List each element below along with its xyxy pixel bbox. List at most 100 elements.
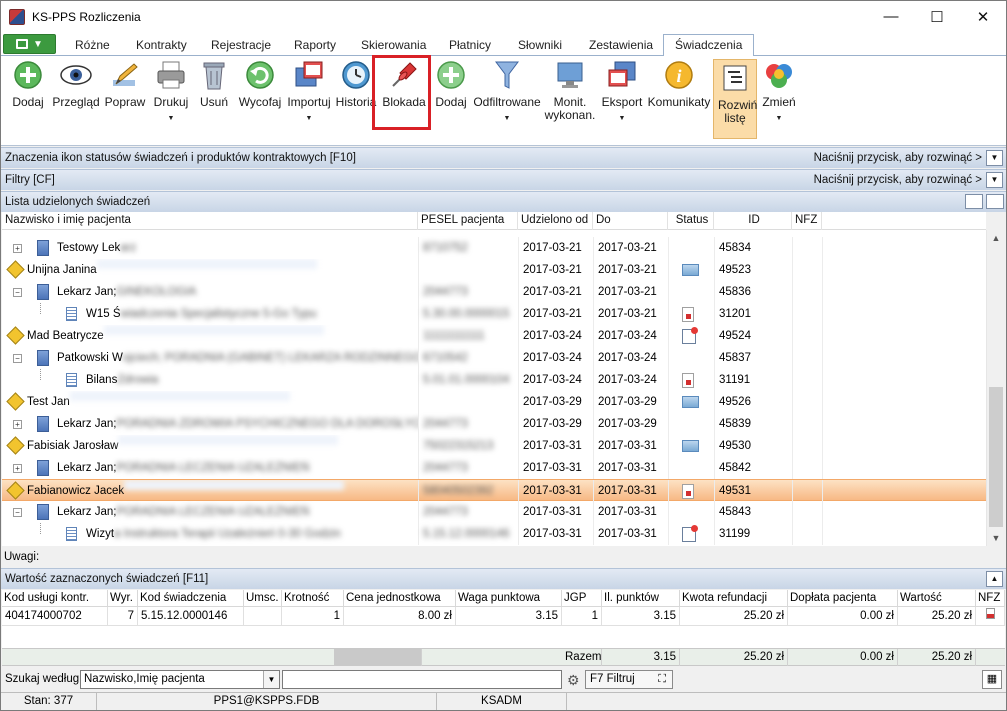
table-row[interactable]: Mad Beatrycze 11111111111 2017-03-24 2017-…: [2, 325, 986, 347]
col-nfz[interactable]: NFZ: [792, 212, 822, 230]
tree-expander[interactable]: −: [13, 508, 22, 517]
values-col-header[interactable]: JGP: [562, 590, 602, 607]
table-row[interactable]: Test Jan 2017-03-29 2017-03-29 49526: [2, 391, 986, 413]
expand-list-button[interactable]: Rozwiń listę: [713, 59, 757, 139]
add-second-button[interactable]: Dodaj: [433, 59, 469, 139]
tab-raporty[interactable]: Raporty: [294, 34, 336, 56]
legend-label: Znaczenia ikon statusów świadczeń i prod…: [5, 152, 356, 164]
tab-kontrakty[interactable]: Kontrakty: [136, 34, 187, 56]
add-button[interactable]: Dodaj: [9, 59, 47, 139]
table-row[interactable]: W15 Świadczenia Specjalistyczne 5-Go Typ…: [2, 303, 986, 325]
view-card-icon[interactable]: [965, 194, 983, 209]
collapse-values-button[interactable]: ▲: [986, 571, 1003, 587]
expand-filters-button[interactable]: ▼: [986, 172, 1003, 188]
preview-button-label: Przegląd: [52, 95, 100, 109]
col-pesel[interactable]: PESEL pacjenta: [418, 212, 518, 230]
table-row[interactable]: − Lekarz Jan;PORADNIA LECZENIA UZALEŻNIEŃ…: [2, 501, 986, 523]
monitor-button[interactable]: Monit. wykonan.: [544, 59, 596, 139]
tree-expander[interactable]: +: [13, 244, 22, 253]
import-button[interactable]: Importuj ▼: [287, 59, 331, 139]
maximize-button[interactable]: ☐: [914, 1, 960, 32]
values-col-header[interactable]: Kod świadczenia: [138, 590, 244, 607]
col-patient-name[interactable]: Nazwisko i imię pacjenta: [2, 212, 418, 230]
undo-button[interactable]: Wycofaj: [238, 59, 282, 139]
table-row[interactable]: − Patkowski Wojciech; PORADNIA (GABINET) …: [2, 347, 986, 369]
values-col-header[interactable]: Wyr.: [108, 590, 138, 607]
values-cell: 404174000702: [2, 607, 108, 626]
tab-rejestracje[interactable]: Rejestracje: [211, 34, 271, 56]
print-button[interactable]: Drukuj ▼: [153, 59, 189, 139]
col-status[interactable]: Status: [668, 212, 714, 230]
gear-icon[interactable]: ⚙: [567, 672, 580, 689]
edit-button[interactable]: Popraw: [105, 59, 145, 139]
messages-button[interactable]: i Komunikaty: [648, 59, 710, 139]
filtered-button[interactable]: Odfiltrowane ▼: [473, 59, 541, 139]
calculator-icon[interactable]: ▦: [982, 670, 1002, 689]
tree-expander[interactable]: +: [13, 464, 22, 473]
tree-expander[interactable]: +: [13, 420, 22, 429]
date-to-cell: 2017-03-31: [598, 485, 657, 497]
column-divider: [822, 435, 823, 457]
status-legend-band[interactable]: Znaczenia ikon statusów świadczeń i prod…: [1, 147, 1006, 168]
date-from-cell: 2017-03-29: [523, 418, 582, 430]
values-col-header[interactable]: Kwota refundacji: [680, 590, 788, 607]
table-row[interactable]: Fabianowicz Jacek 58040502392 2017-03-31 2…: [2, 479, 986, 502]
export-button[interactable]: Eksport ▼: [601, 59, 643, 139]
scroll-down-arrow-icon[interactable]: ▼: [987, 533, 1005, 543]
tab-rozne[interactable]: Różne: [75, 34, 110, 56]
column-divider: [792, 347, 793, 369]
preview-button[interactable]: Przegląd: [52, 59, 100, 139]
values-col-header[interactable]: Wartość: [898, 590, 976, 607]
expand-legend-button[interactable]: ▼: [986, 150, 1003, 166]
tab-swiadczenia[interactable]: Świadczenia: [663, 34, 755, 57]
grid-scrollbar[interactable]: ▲ ▼: [986, 230, 1004, 546]
values-col-header[interactable]: Waga punktowa: [456, 590, 562, 607]
values-col-header[interactable]: Kod usługi kontr.: [2, 590, 108, 607]
close-button[interactable]: ✕: [960, 1, 1006, 32]
svg-text:i: i: [676, 66, 681, 86]
filters-band[interactable]: Filtry [CF] Naciśnij przycisk, aby rozwi…: [1, 169, 1006, 190]
totals-scroll-thumb[interactable]: [334, 649, 422, 666]
table-row[interactable]: − Lekarz Jan;GINEKOLOGIA 2044773 2017-03-21…: [2, 281, 986, 303]
delete-button[interactable]: Usuń: [198, 59, 230, 139]
filter-button[interactable]: F7 Filtruj ⛶: [585, 670, 673, 689]
table-row[interactable]: Unijna Janina 2017-03-21 2017-03-21 49523: [2, 259, 986, 281]
pesel-cell: [419, 259, 518, 281]
table-row[interactable]: Wizyta Instruktora Terapii Uzależnień 0-…: [2, 523, 986, 545]
table-row[interactable]: Fabisiak Jarosław 75022315213 2017-03-31 2…: [2, 435, 986, 457]
col-date-from[interactable]: Udzielono od: [518, 212, 593, 230]
tree-expander[interactable]: −: [13, 354, 22, 363]
tab-zestawienia[interactable]: Zestawienia: [589, 34, 653, 56]
search-input[interactable]: [282, 670, 562, 689]
minimize-button[interactable]: —: [868, 1, 914, 32]
tree-expander[interactable]: −: [13, 288, 22, 297]
tab-skierowania[interactable]: Skierowania: [361, 34, 426, 56]
chevron-down-icon[interactable]: ▼: [263, 671, 279, 688]
table-row[interactable]: + Lekarz Jan;PORADNIA LECZENIA UZALEŻNIEŃ…: [2, 457, 986, 479]
patient-name-cell: Lekarz Jan;GINEKOLOGIA: [57, 281, 418, 303]
document-status-icon: [682, 307, 694, 322]
search-field-select[interactable]: Nazwisko,Imię pacjenta ▼: [80, 670, 280, 689]
table-row[interactable]: + Lekarz Jan;PORADNIA ZDROWIA PSYCHICZNEG…: [2, 413, 986, 435]
app-menu-button[interactable]: ▼: [3, 34, 56, 54]
column-divider: [792, 435, 793, 457]
values-col-header[interactable]: Cena jednostkowa: [344, 590, 456, 607]
values-col-header[interactable]: Dopłata pacjenta: [788, 590, 898, 607]
values-col-header[interactable]: Krotność: [282, 590, 344, 607]
scroll-up-arrow-icon[interactable]: ▲: [987, 233, 1005, 243]
notes-label: Uwagi:: [4, 551, 40, 563]
col-id[interactable]: ID: [714, 212, 792, 230]
table-row[interactable]: BilansZdrowia 5.01.01.0000104 2017-03-24 20…: [2, 369, 986, 391]
tab-slowniki[interactable]: Słowniki: [518, 34, 562, 56]
col-date-to[interactable]: Do: [593, 212, 668, 230]
date-to-cell: 2017-03-24: [598, 374, 657, 386]
values-col-header[interactable]: Umsc.: [244, 590, 282, 607]
scroll-thumb[interactable]: [989, 387, 1003, 527]
values-col-header[interactable]: NFZ: [976, 590, 1005, 607]
change-button[interactable]: Zmień ▼: [761, 59, 797, 139]
values-col-header[interactable]: Il. punktów: [602, 590, 680, 607]
tab-platnicy[interactable]: Płatnicy: [449, 34, 491, 56]
table-row[interactable]: + Testowy Lekarz 8710752 2017-03-21 2017-03-…: [2, 237, 986, 259]
view-grid-icon[interactable]: [986, 194, 1004, 209]
history-button[interactable]: Historia: [336, 59, 376, 139]
